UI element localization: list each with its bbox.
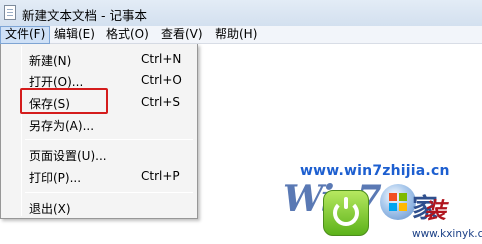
menu-item-new[interactable]: 新建(N) Ctrl+N	[3, 48, 195, 70]
menu-separator	[25, 192, 193, 193]
menu-edit[interactable]: 编辑(E)	[50, 26, 99, 44]
menu-item-shortcut: Ctrl+O	[141, 73, 182, 87]
title-bar: 新建文本文档 - 记事本	[0, 0, 482, 26]
menu-item-shortcut: Ctrl+S	[141, 95, 181, 109]
menu-file[interactable]: 文件(F)	[0, 26, 51, 44]
power-logo-icon	[323, 190, 369, 236]
window-title: 新建文本文档 - 记事本	[22, 8, 147, 23]
menu-bar: 文件(F) 编辑(E) 格式(O) 查看(V) 帮助(H)	[0, 26, 482, 44]
site-url: www.kxinyk.com	[412, 228, 482, 240]
menu-separator	[25, 139, 193, 140]
menu-item-exit[interactable]: 退出(X)	[3, 196, 195, 218]
file-menu-dropdown: 新建(N) Ctrl+N 打开(O)... Ctrl+O 保存(S) Ctrl+…	[0, 44, 198, 219]
save-highlight-box	[20, 88, 108, 114]
menu-item-save-as[interactable]: 另存为(A)...	[3, 113, 195, 135]
menu-format[interactable]: 格式(O)	[102, 26, 153, 44]
menu-item-label: 新建(N)	[29, 54, 72, 68]
notepad-icon	[4, 5, 16, 20]
menu-view[interactable]: 查看(V)	[157, 26, 207, 44]
windows-flag-icon	[389, 193, 407, 211]
brand-text: 装	[424, 199, 447, 224]
menu-item-label: 退出(X)	[29, 202, 71, 216]
menu-help[interactable]: 帮助(H)	[211, 26, 261, 44]
menu-item-shortcut: Ctrl+P	[141, 169, 180, 183]
watermark-url: www.win7zhijia.cn	[300, 163, 450, 179]
menu-item-shortcut: Ctrl+N	[141, 52, 182, 66]
menu-item-label: 页面设置(U)...	[29, 149, 107, 163]
menu-item-print[interactable]: 打印(P)... Ctrl+P	[3, 165, 195, 187]
menu-item-page-setup[interactable]: 页面设置(U)...	[3, 143, 195, 165]
menu-item-label: 打印(P)...	[29, 171, 82, 185]
menu-item-label: 另存为(A)...	[29, 119, 95, 133]
